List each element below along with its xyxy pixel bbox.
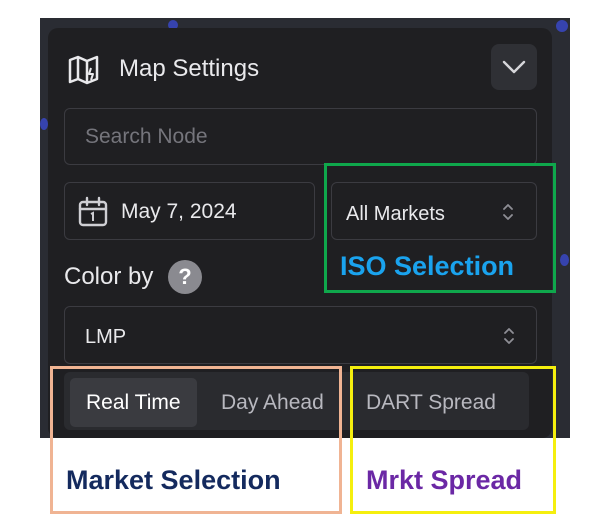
market-spread-annotation: Mrkt Spread bbox=[366, 465, 523, 495]
map-node-dot bbox=[556, 20, 568, 32]
search-field[interactable] bbox=[64, 108, 537, 165]
map-node-dot bbox=[40, 118, 48, 130]
selected-date: May 7, 2024 bbox=[121, 200, 237, 223]
map-node-dot bbox=[560, 254, 569, 266]
iso-selection-annotation: ISO Selection bbox=[340, 251, 515, 281]
color-by-label: Color by bbox=[64, 263, 154, 290]
color-by-select[interactable]: LMP bbox=[64, 306, 537, 364]
panel-title: Map Settings bbox=[119, 55, 260, 82]
map-icon bbox=[68, 55, 99, 85]
color-by-select-value: LMP bbox=[85, 326, 127, 348]
help-icon[interactable]: ? bbox=[168, 260, 202, 294]
date-picker[interactable]: May 7, 2024 bbox=[64, 182, 315, 240]
search-node-input[interactable] bbox=[65, 109, 536, 164]
calendar-icon bbox=[78, 196, 108, 227]
up-down-chevron-icon bbox=[504, 328, 514, 344]
collapse-button[interactable] bbox=[491, 44, 537, 90]
market-selection-annotation: Market Selection bbox=[66, 465, 281, 495]
chevron-down-icon bbox=[502, 60, 526, 74]
